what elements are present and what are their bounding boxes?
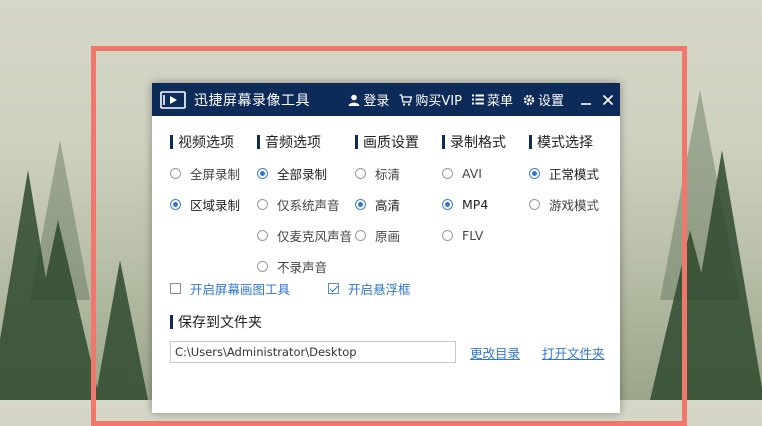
menu-icon <box>471 94 484 105</box>
app-title: 迅捷屏幕录像工具 <box>194 92 310 109</box>
option-label: 仅麦克风声音 <box>277 228 353 244</box>
open-folder-link[interactable]: 打开文件夹 <box>542 343 605 362</box>
radio-region[interactable]: 区域录制 <box>170 194 257 214</box>
login-button[interactable]: 登录 <box>348 90 389 109</box>
radio-indicator <box>257 229 268 241</box>
radio-original[interactable]: 原画 <box>355 225 442 245</box>
option-label: 区域录制 <box>190 197 241 213</box>
radio-indicator <box>355 198 366 210</box>
gear-icon <box>523 94 535 105</box>
save-folder-heading-row: 保存到文件夹 <box>170 312 620 332</box>
mode-options-group: 模式选择 正常模式 游戏模式 <box>529 132 619 287</box>
buy-vip-button[interactable]: 购买VIP <box>399 90 462 109</box>
app-logo-icon <box>160 89 188 111</box>
settings-button[interactable]: 设置 <box>523 90 564 109</box>
radio-indicator <box>170 198 181 210</box>
radio-indicator <box>442 229 453 241</box>
radio-normal-mode[interactable]: 正常模式 <box>529 163 619 183</box>
radio-indicator <box>170 167 181 179</box>
option-label: 仅系统声音 <box>277 197 340 213</box>
option-label: AVI <box>462 165 482 181</box>
radio-indicator <box>529 198 540 210</box>
checkbox-indicator <box>170 283 181 294</box>
menu-button[interactable]: 菜单 <box>471 90 513 109</box>
settings-label: 设置 <box>537 94 564 109</box>
radio-indicator <box>355 167 366 179</box>
quality-options-heading: 画质设置 <box>363 135 419 151</box>
login-label: 登录 <box>363 94 390 109</box>
radio-game-mode[interactable]: 游戏模式 <box>529 194 619 214</box>
recorder-window: 迅捷屏幕录像工具 登录 购买VIP 菜单 设置 视频选项 全屏录制 区域录制 音… <box>152 83 620 413</box>
video-options-group: 视频选项 全屏录制 区域录制 <box>170 132 257 287</box>
minimize-icon <box>581 102 591 105</box>
audio-options-group: 音频选项 全部录制 仅系统声音 仅麦克风声音 不录声音 <box>257 132 355 287</box>
option-label: 全部录制 <box>277 166 328 182</box>
radio-indicator <box>442 198 453 210</box>
video-options-heading: 视频选项 <box>178 135 234 151</box>
option-label: 不录声音 <box>277 259 328 275</box>
radio-indicator <box>257 167 268 179</box>
change-directory-link[interactable]: 更改目录 <box>470 343 520 362</box>
user-icon <box>348 94 360 106</box>
radio-avi[interactable]: AVI <box>442 163 529 183</box>
radio-hd[interactable]: 高清 <box>355 194 442 214</box>
radio-microphone-audio[interactable]: 仅麦克风声音 <box>257 225 355 245</box>
radio-record-all-audio[interactable]: 全部录制 <box>257 163 355 183</box>
format-options-group: 录制格式 AVI MP4 FLV <box>442 132 529 287</box>
radio-indicator <box>257 198 268 210</box>
menu-label: 菜单 <box>486 94 513 109</box>
mode-options-heading: 模式选择 <box>537 135 593 151</box>
radio-flv[interactable]: FLV <box>442 225 529 245</box>
radio-no-audio[interactable]: 不录声音 <box>257 256 355 276</box>
save-path-input[interactable] <box>170 341 456 363</box>
close-icon <box>602 94 614 105</box>
settings-panel: 视频选项 全屏录制 区域录制 音频选项 全部录制 仅系统声音 仅麦克风声音 不录… <box>152 116 620 363</box>
option-label: 游戏模式 <box>549 197 600 213</box>
radio-mp4[interactable]: MP4 <box>442 194 529 214</box>
radio-indicator <box>442 167 453 179</box>
buy-vip-label: 购买VIP <box>415 94 462 109</box>
radio-indicator <box>529 167 540 179</box>
radio-indicator <box>355 229 366 241</box>
format-options-heading: 录制格式 <box>450 135 506 151</box>
checkbox-indicator <box>328 283 339 294</box>
cart-icon <box>399 93 413 106</box>
quality-options-group: 画质设置 标清 高清 原画 <box>355 132 442 287</box>
option-label: 原画 <box>375 228 401 244</box>
radio-fullscreen[interactable]: 全屏录制 <box>170 163 257 183</box>
option-label: 标清 <box>375 166 401 182</box>
audio-options-heading: 音频选项 <box>265 135 321 151</box>
close-button[interactable] <box>602 94 614 106</box>
option-label: FLV <box>462 227 484 243</box>
option-label: 正常模式 <box>549 166 600 182</box>
save-folder-heading: 保存到文件夹 <box>178 315 262 331</box>
option-label: 高清 <box>375 197 401 213</box>
radio-sd[interactable]: 标清 <box>355 163 442 183</box>
title-bar[interactable]: 迅捷屏幕录像工具 登录 购买VIP 菜单 设置 <box>152 83 620 116</box>
option-label: 全屏录制 <box>190 166 241 182</box>
option-label: MP4 <box>462 196 489 212</box>
minimize-button[interactable] <box>580 94 592 106</box>
radio-indicator <box>257 260 268 272</box>
radio-system-audio[interactable]: 仅系统声音 <box>257 194 355 214</box>
